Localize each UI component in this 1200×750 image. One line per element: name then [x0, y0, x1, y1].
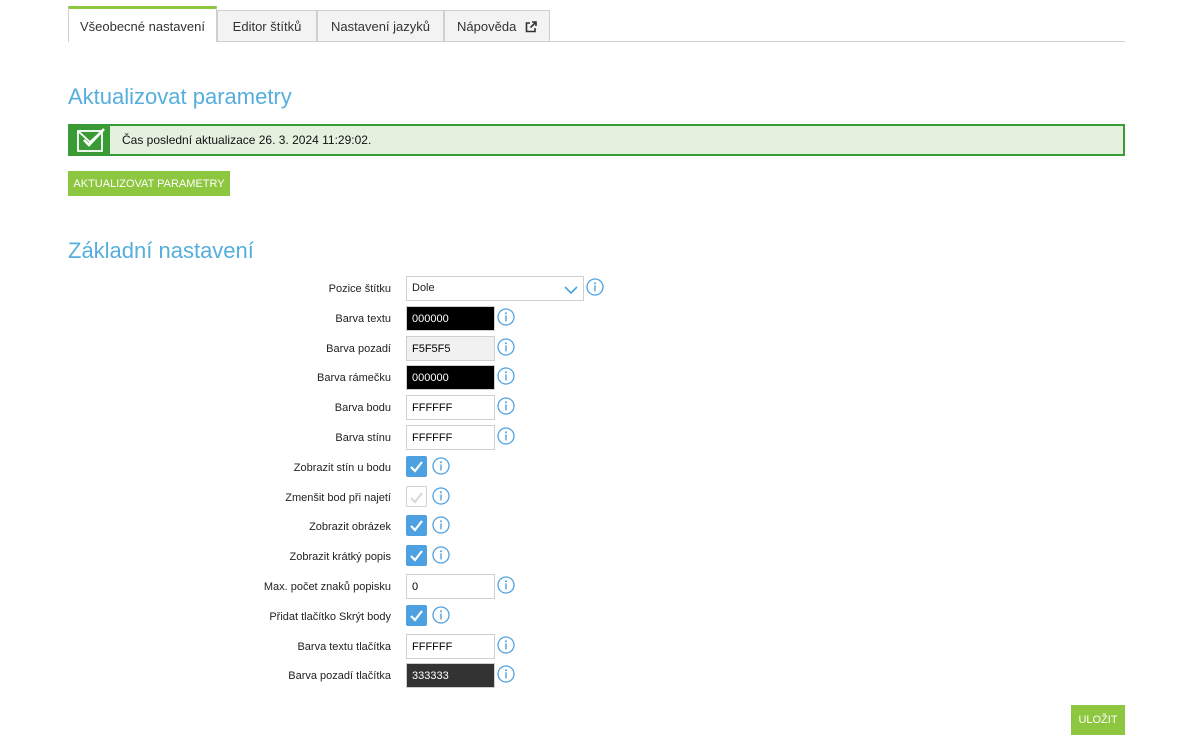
tab-help[interactable]: Nápověda: [444, 10, 550, 41]
form-row: Zobrazit obrázek: [0, 514, 1200, 540]
field-label: Zobrazit obrázek: [309, 521, 391, 533]
field-label: Barva bodu: [334, 402, 391, 414]
form-row: Barva bodu: [0, 395, 1200, 421]
label-position-select[interactable]: Dole: [406, 276, 584, 301]
field-label: Zmenšit bod při najetí: [285, 492, 391, 504]
checkbox[interactable]: [406, 486, 427, 507]
field-label: Barva pozadí tlačítka: [288, 670, 391, 682]
form-row: Barva rámečku: [0, 365, 1200, 391]
chevron-down-icon: [563, 282, 579, 305]
info-icon[interactable]: [497, 665, 515, 688]
info-icon[interactable]: [432, 457, 450, 480]
envelope-check-icon: [70, 126, 110, 154]
select-value: Dole: [412, 282, 435, 294]
info-icon[interactable]: [497, 397, 515, 420]
field-label: Pozice štítku: [328, 283, 391, 295]
field-label: Barva textu tlačítka: [297, 641, 391, 653]
last-update-text: Čas poslední aktualizace 26. 3. 2024 11:…: [122, 133, 372, 147]
last-update-notice: Čas poslední aktualizace 26. 3. 2024 11:…: [68, 124, 1125, 156]
number-input[interactable]: [406, 574, 495, 599]
form-row: Přidat tlačítko Skrýt body: [0, 604, 1200, 630]
update-parameters-button[interactable]: AKTUALIZOVAT PARAMETRY: [68, 171, 230, 196]
form-row: Barva textu: [0, 306, 1200, 332]
info-icon[interactable]: [497, 367, 515, 390]
form-row: Zobrazit krátký popis: [0, 544, 1200, 570]
external-link-icon: [525, 13, 537, 44]
info-icon[interactable]: [432, 546, 450, 569]
tab-label: Nápověda: [457, 19, 517, 34]
color-input[interactable]: [406, 634, 495, 659]
form-row: Barva pozadí: [0, 336, 1200, 362]
checkbox[interactable]: [406, 456, 427, 477]
info-icon[interactable]: [586, 278, 604, 301]
field-label: Přidat tlačítko Skrýt body: [269, 611, 391, 623]
tab-bar: Všeobecné nastavení Editor štítků Nastav…: [68, 6, 1125, 42]
tab-general-settings[interactable]: Všeobecné nastavení: [68, 6, 217, 42]
info-icon[interactable]: [497, 308, 515, 331]
color-input[interactable]: [406, 663, 495, 688]
color-input[interactable]: [406, 395, 495, 420]
field-label: Zobrazit krátký popis: [289, 551, 391, 563]
field-label: Barva rámečku: [317, 372, 391, 384]
form-row: Barva stínu: [0, 425, 1200, 451]
info-icon[interactable]: [497, 576, 515, 599]
form-row: Zobrazit stín u bodu: [0, 455, 1200, 481]
tab-label: Všeobecné nastavení: [79, 19, 206, 34]
field-label: Barva textu: [335, 313, 391, 325]
info-icon[interactable]: [432, 516, 450, 539]
field-label: Barva stínu: [335, 432, 391, 444]
info-icon[interactable]: [497, 636, 515, 659]
color-input[interactable]: [406, 425, 495, 450]
color-input[interactable]: [406, 306, 495, 331]
tab-label: Editor štítků: [232, 19, 302, 34]
info-icon[interactable]: [497, 427, 515, 450]
checkbox[interactable]: [406, 545, 427, 566]
form-row: Pozice štítku Dole: [0, 276, 1200, 302]
info-icon[interactable]: [497, 338, 515, 361]
checkbox[interactable]: [406, 515, 427, 536]
form-row: Max. počet znaků popisku: [0, 574, 1200, 600]
basic-settings-title: Základní nastavení: [68, 238, 254, 263]
form-row: Barva pozadí tlačítka: [0, 663, 1200, 689]
tab-label: Nastavení jazyků: [331, 19, 430, 34]
field-label: Zobrazit stín u bodu: [293, 462, 391, 474]
color-input[interactable]: [406, 365, 495, 390]
field-label: Barva pozadí: [326, 343, 391, 355]
form-row: Zmenšit bod při najetí: [0, 485, 1200, 511]
update-section-title: Aktualizovat parametry: [68, 84, 292, 109]
checkbox[interactable]: [406, 605, 427, 626]
info-icon[interactable]: [432, 606, 450, 629]
info-icon[interactable]: [432, 487, 450, 510]
tab-label-editor[interactable]: Editor štítků: [217, 10, 317, 41]
field-label: Max. počet znaků popisku: [263, 581, 391, 593]
save-button[interactable]: ULOŽIT: [1071, 705, 1125, 735]
tab-language-settings[interactable]: Nastavení jazyků: [317, 10, 444, 41]
color-input[interactable]: [406, 336, 495, 361]
form-row: Barva textu tlačítka: [0, 634, 1200, 660]
